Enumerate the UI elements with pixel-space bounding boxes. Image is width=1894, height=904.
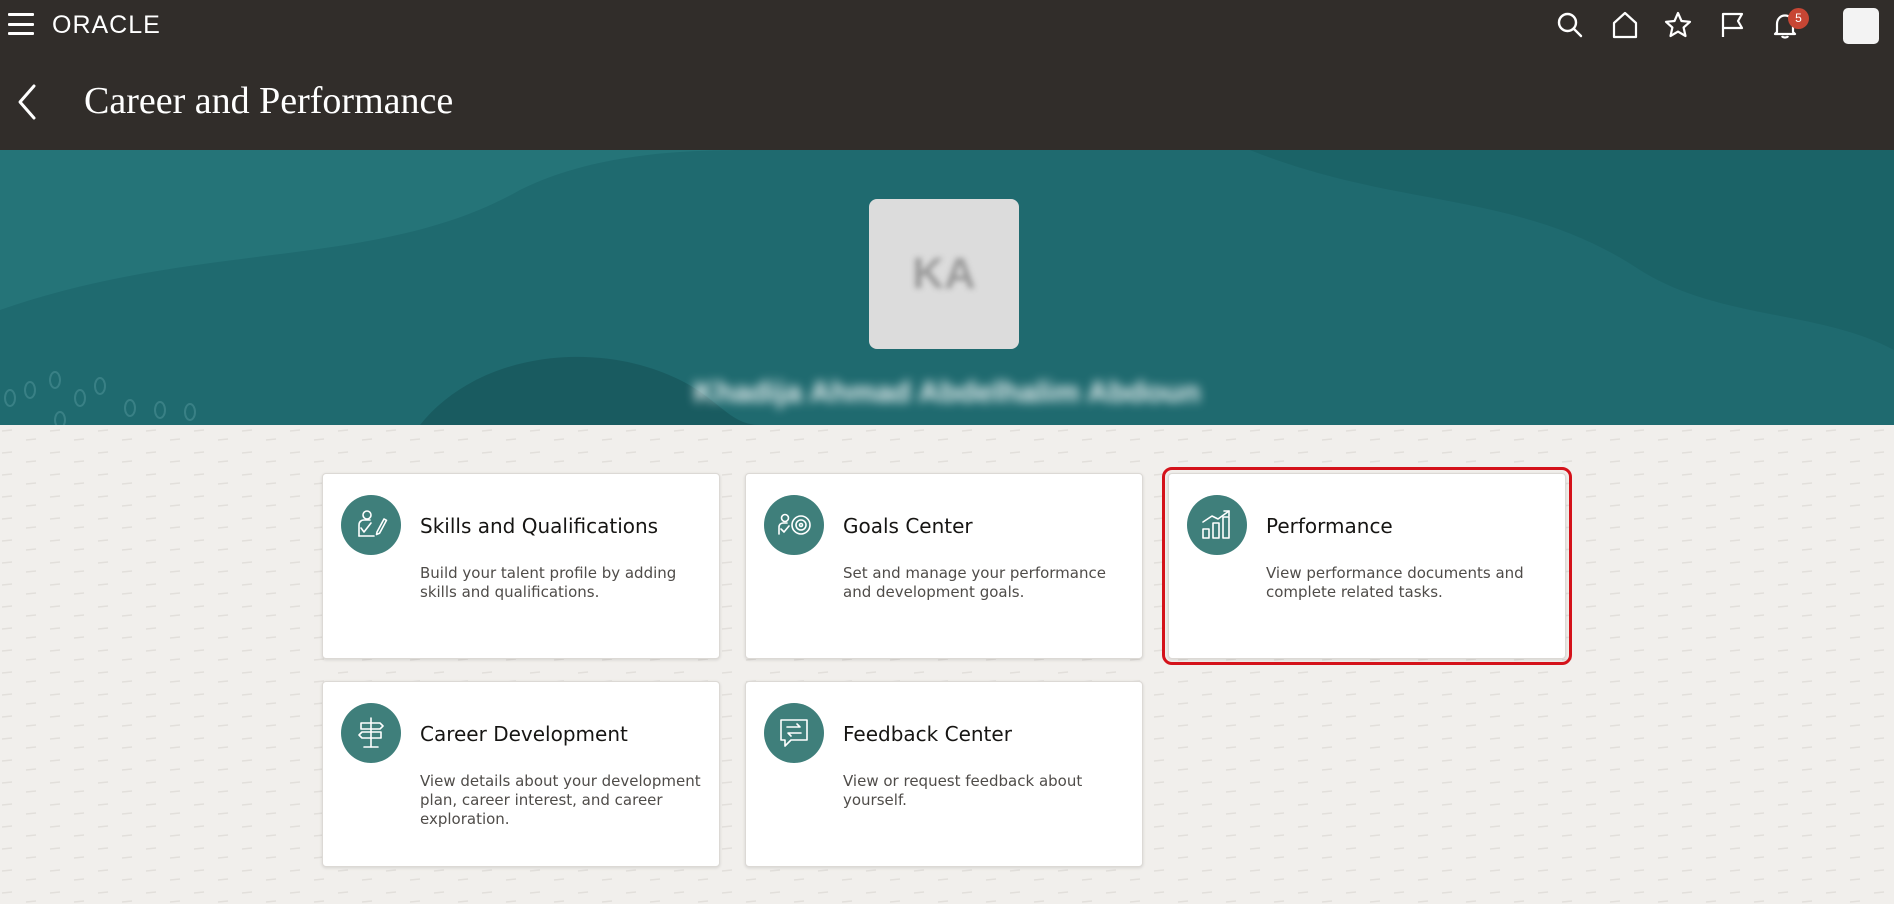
card-description: View or request feedback about yourself. <box>843 772 1083 809</box>
profile-photo[interactable]: KA <box>869 199 1019 349</box>
card-description: Set and manage your performance and deve… <box>843 564 1106 601</box>
goals-icon <box>764 495 824 555</box>
back-icon[interactable] <box>14 80 42 126</box>
skills-icon <box>341 495 401 555</box>
flag-icon[interactable] <box>1715 8 1749 42</box>
home-icon[interactable] <box>1608 8 1642 42</box>
star-icon[interactable] <box>1661 8 1695 42</box>
notification-badge: 5 <box>1788 8 1809 29</box>
card-description: View performance documents and complete … <box>1266 564 1524 601</box>
card-career-development[interactable]: Career Development View details about yo… <box>322 681 720 867</box>
card-skills-and-qualifications[interactable]: Skills and Qualifications Build your tal… <box>322 473 720 659</box>
oracle-logo[interactable]: ORACLE <box>52 11 161 40</box>
profile-name: Khadija Ahmad Abdelhalim Abdoun <box>693 376 1201 409</box>
performance-chart-icon <box>1187 495 1247 555</box>
feedback-icon <box>764 703 824 763</box>
card-description: View details about your development plan… <box>420 772 701 828</box>
card-feedback-center[interactable]: Feedback Center View or request feedback… <box>745 681 1143 867</box>
card-title: Performance <box>1266 514 1393 538</box>
card-title: Goals Center <box>843 514 973 538</box>
card-title: Skills and Qualifications <box>420 514 659 538</box>
page-title: Career and Performance <box>84 80 454 122</box>
card-description: Build your talent profile by adding skil… <box>420 564 677 601</box>
profile-initials: KA <box>912 249 976 298</box>
bell-icon[interactable]: 5 <box>1768 8 1809 42</box>
card-title: Career Development <box>420 722 628 746</box>
user-avatar[interactable] <box>1843 8 1879 44</box>
search-icon[interactable] <box>1553 8 1587 42</box>
card-goals-center[interactable]: Goals Center Set and manage your perform… <box>745 473 1143 659</box>
signpost-icon <box>341 703 401 763</box>
app-header: ORACLE 5 Career and Performance <box>0 0 1894 150</box>
card-title: Feedback Center <box>843 722 1012 746</box>
profile-banner: KA Khadija Ahmad Abdelhalim Abdoun <box>0 150 1894 425</box>
menu-icon[interactable] <box>8 13 34 35</box>
content-area: Skills and Qualifications Build your tal… <box>0 425 1894 904</box>
card-performance[interactable]: Performance View performance documents a… <box>1162 467 1572 665</box>
